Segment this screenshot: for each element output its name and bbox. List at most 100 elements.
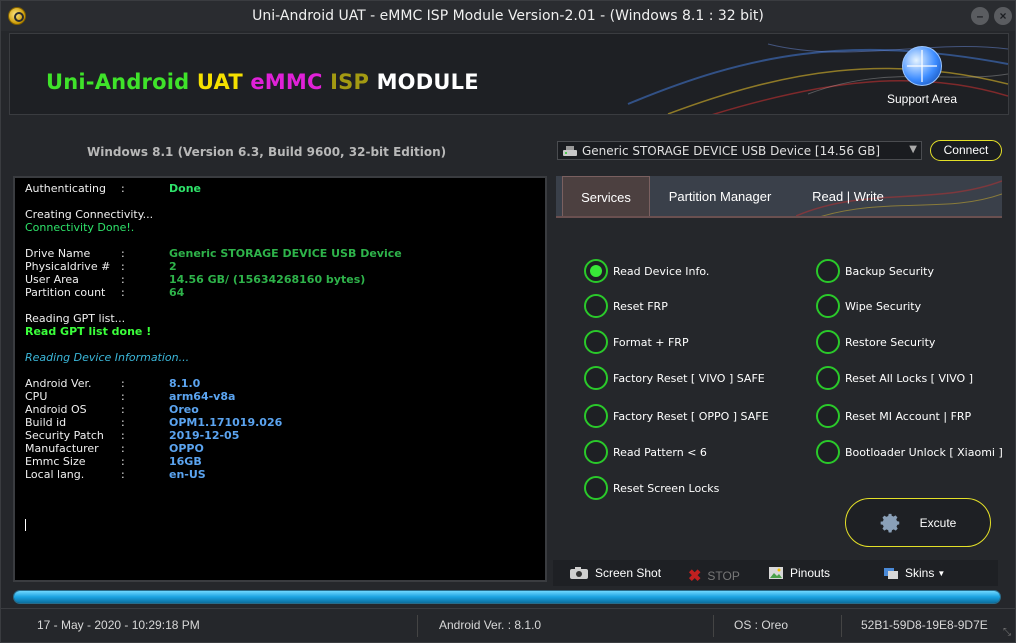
tab-partition-manager[interactable]: Partition Manager: [660, 176, 780, 216]
excute-button[interactable]: Excute: [845, 498, 991, 547]
log-line: Local lang.: en-US: [25, 468, 535, 481]
service-label: Bootloader Unlock [ Xiaomi ]: [845, 445, 1003, 459]
radio-icon: [816, 259, 840, 283]
service-read-device-info[interactable]: Read Device Info.: [584, 258, 709, 284]
service-wipe-security[interactable]: Wipe Security: [816, 293, 921, 319]
log-sep: :: [121, 182, 125, 195]
log-value: en-US: [169, 468, 206, 481]
log-value: OPM1.171019.026: [169, 416, 283, 429]
progress-fill: [14, 591, 1000, 603]
brand-title: Uni-Android UAT eMMC ISP MODULE: [46, 70, 479, 94]
log-line: Physicaldrive #: 2: [25, 260, 535, 273]
brand-part-module: MODULE: [376, 70, 479, 94]
skins-label: Skins: [905, 566, 935, 580]
stop-button[interactable]: ✖ STOP: [688, 566, 740, 586]
radio-icon: [584, 404, 608, 428]
log-key: CPU: [25, 390, 48, 403]
support-area-label: Support Area: [886, 92, 958, 106]
service-reset-all-locks-vivo[interactable]: Reset All Locks [ VIVO ]: [816, 365, 973, 391]
service-label: Reset All Locks [ VIVO ]: [845, 371, 974, 385]
stop-label: STOP: [707, 569, 740, 583]
log-key: Authenticating: [25, 182, 107, 195]
app-window: Uni-Android UAT - eMMC ISP Module Versio…: [0, 0, 1016, 643]
log-value: OPPO: [169, 442, 204, 455]
status-divider: [841, 615, 842, 637]
resize-grip-icon[interactable]: ⤡: [1003, 627, 1011, 638]
log-value: arm64-v8a: [169, 390, 236, 403]
log-line: Security Patch: 2019-12-05: [25, 429, 535, 442]
status-android-ver: Android Ver. : 8.1.0: [439, 618, 542, 632]
log-line: Connectivity Done!.: [25, 221, 135, 234]
gear-icon: [880, 513, 899, 532]
window-title: Uni-Android UAT - eMMC ISP Module Versio…: [252, 8, 764, 24]
chevron-down-icon: ▼: [909, 144, 917, 155]
status-divider: [417, 615, 418, 637]
status-bar: 17 - May - 2020 - 10:29:18 PM Android Ve…: [1, 608, 1015, 642]
minimize-button[interactable]: –: [971, 7, 989, 25]
service-label: Reset FRP: [613, 299, 668, 313]
log-line: Reading GPT list...: [25, 312, 126, 325]
connect-button[interactable]: Connect: [930, 140, 1002, 161]
bottom-toolbar: Screen Shot ✖ STOP Pinouts Skins ▼: [553, 560, 998, 586]
service-factory-reset-vivo[interactable]: Factory Reset [ VIVO ] SAFE: [584, 365, 765, 391]
log-value: Generic STORAGE DEVICE USB Device: [169, 247, 402, 260]
service-label: Reset Screen Locks: [613, 481, 720, 495]
log-key: Physicaldrive #: [25, 260, 111, 273]
log-sep: :: [121, 247, 125, 260]
tab-services[interactable]: Services: [562, 176, 650, 216]
service-format-frp[interactable]: Format + FRP: [584, 329, 689, 355]
radio-icon: [584, 440, 608, 464]
tab-read-write[interactable]: Read | Write: [796, 176, 900, 216]
log-line: Read GPT list done !: [25, 325, 152, 338]
service-reset-screen-locks[interactable]: Reset Screen Locks: [584, 475, 719, 501]
service-label: Read Pattern < 6: [613, 445, 707, 459]
brand-part-uat: UAT: [196, 70, 251, 94]
brand-part-emmc: eMMC: [250, 70, 331, 94]
service-read-pattern[interactable]: Read Pattern < 6: [584, 439, 707, 465]
log-sep: :: [121, 455, 125, 468]
service-label: Format + FRP: [613, 335, 689, 349]
service-backup-security[interactable]: Backup Security: [816, 258, 934, 284]
service-reset-mi-account[interactable]: Reset MI Account | FRP: [816, 403, 971, 429]
skins-dropdown[interactable]: Skins ▼: [883, 566, 945, 580]
log-sep: :: [121, 403, 125, 416]
service-label: Restore Security: [845, 335, 936, 349]
log-value: 64: [169, 286, 185, 299]
pinouts-button[interactable]: Pinouts: [768, 566, 830, 580]
screenshot-label: Screen Shot: [595, 566, 662, 580]
radio-icon: [584, 476, 608, 500]
service-reset-frp[interactable]: Reset FRP: [584, 293, 668, 319]
service-label: Backup Security: [845, 264, 934, 278]
status-id: 52B1-59D8-19E8-9D7E: [861, 618, 988, 632]
log-line: Build id: OPM1.171019.026: [25, 416, 535, 429]
globe-icon: [902, 46, 942, 86]
radio-icon: [816, 294, 840, 318]
log-value: 2019-12-05: [169, 429, 240, 442]
device-dropdown[interactable]: Generic STORAGE DEVICE USB Device [14.56…: [557, 141, 922, 160]
log-line: Android OS: Oreo: [25, 403, 535, 416]
screenshot-button[interactable]: Screen Shot: [569, 566, 661, 580]
stop-x-icon: ✖: [688, 568, 702, 585]
service-label: Factory Reset [ OPPO ] SAFE: [613, 409, 769, 423]
log-key: Android OS: [25, 403, 87, 416]
service-restore-security[interactable]: Restore Security: [816, 329, 935, 355]
log-key: Drive Name: [25, 247, 91, 260]
text-cursor: [25, 519, 26, 531]
title-bar: Uni-Android UAT - eMMC ISP Module Versio…: [1, 1, 1015, 31]
log-key: Emmc Size: [25, 455, 86, 468]
close-button[interactable]: ×: [994, 7, 1012, 25]
log-sep: :: [121, 260, 125, 273]
log-line: Manufacturer: OPPO: [25, 442, 535, 455]
log-value: Oreo: [169, 403, 199, 416]
brand-part-isp: ISP: [330, 70, 377, 94]
brand-part-uni-android: Uni-Android: [46, 70, 197, 94]
device-dropdown-value: Generic STORAGE DEVICE USB Device [14.56…: [582, 143, 880, 158]
support-area-button[interactable]: Support Area: [872, 46, 972, 106]
service-factory-reset-oppo[interactable]: Factory Reset [ OPPO ] SAFE: [584, 403, 769, 429]
caret-down-icon: ▼: [937, 568, 946, 578]
service-bootloader-unlock[interactable]: Bootloader Unlock [ Xiaomi ]: [816, 439, 1003, 465]
status-os: OS : Oreo: [734, 618, 789, 632]
log-key: Security Patch: [25, 429, 104, 442]
log-key: Local lang.: [25, 468, 85, 481]
os-info: Windows 8.1 (Version 6.3, Build 9600, 32…: [87, 145, 447, 159]
